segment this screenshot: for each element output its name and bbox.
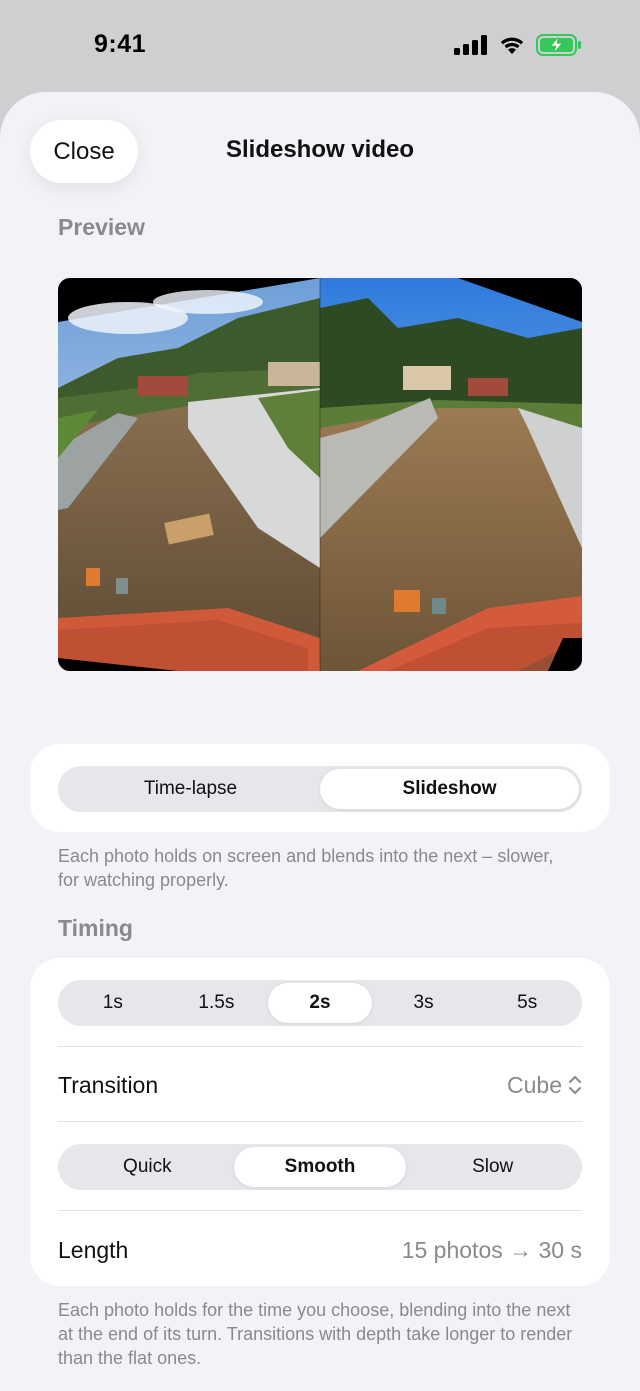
mode-segmented-control: Time-lapse Slideshow [58,766,582,812]
timing-footnote: Each photo holds for the time you choose… [58,1300,573,1368]
duration-option-1-5s[interactable]: 1.5s [165,983,269,1023]
mode-card: Time-lapse Slideshow [30,744,610,832]
duration-option-5s[interactable]: 5s [475,983,579,1023]
duration-option-3s[interactable]: 3s [372,983,476,1023]
status-icons [454,34,582,56]
duration-option-1s[interactable]: 1s [61,983,165,1023]
length-row: Length 15 photos → 30 s [58,1220,582,1280]
speed-option-smooth[interactable]: Smooth [233,1147,407,1187]
battery-charging-icon [536,34,581,56]
speed-option-slow[interactable]: Slow [406,1147,579,1187]
duration-segmented-control: 1s 1.5s 2s 3s 5s [58,980,582,1026]
speed-option-quick[interactable]: Quick [61,1147,234,1187]
status-bar: 9:41 [0,0,640,92]
preview-right-photo [320,278,582,671]
preview-video-frame[interactable] [58,278,582,671]
sheet-title: Slideshow video [225,136,415,163]
length-value: 15 photos → 30 s [401,1236,582,1263]
mode-option-time-lapse[interactable]: Time-lapse [61,769,320,809]
mode-description: Each photo holds on screen and blends in… [58,846,554,890]
duration-option-2s[interactable]: 2s [268,983,372,1023]
transition-row[interactable]: Transition Cube [58,1055,582,1115]
timing-card: 1s 1.5s 2s 3s 5s Transition Cube Quick S… [30,958,610,1286]
transition-picker[interactable]: Cube [507,1072,582,1099]
slideshow-sheet: Close Slideshow video Preview Time-lapse… [0,92,640,1391]
cellular-signal-icon [454,35,487,55]
divider [58,1210,582,1211]
preview-thumbnail [58,278,582,671]
speed-segmented-control: Quick Smooth Slow [58,1144,582,1190]
timing-section-label: Timing [58,915,133,941]
preview-section-label: Preview [58,214,145,240]
status-time: 9:41 [94,30,147,58]
transition-label: Transition [58,1071,159,1098]
transition-value: Cube [507,1071,562,1098]
length-label: Length [58,1236,129,1263]
preview-left-photo [58,278,320,671]
mode-option-slideshow[interactable]: Slideshow [320,769,579,809]
divider [58,1121,582,1122]
chevron-up-down-icon [569,1076,581,1094]
wifi-icon [500,37,524,54]
divider [58,1046,582,1047]
